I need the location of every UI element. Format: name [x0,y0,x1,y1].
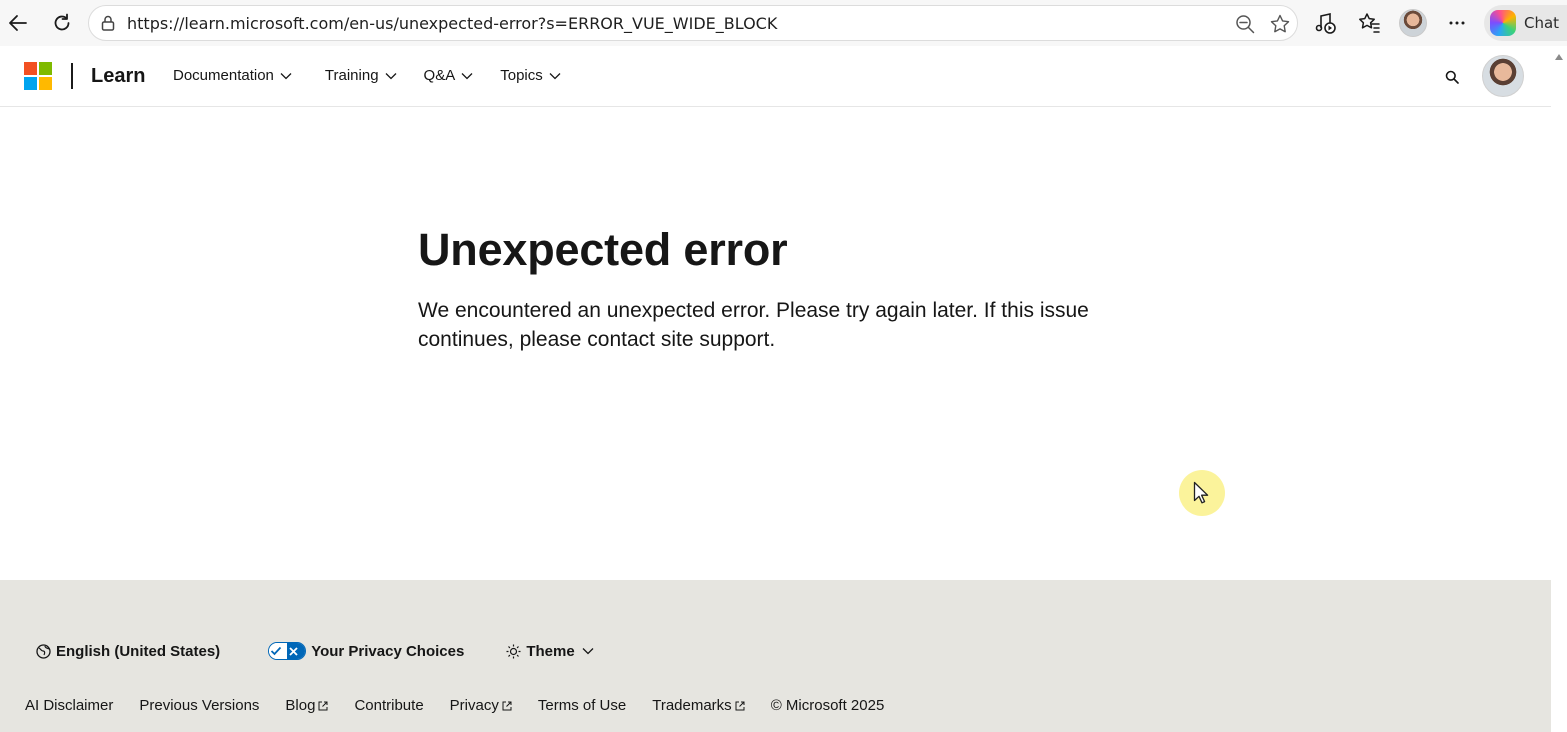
copyright-text: © Microsoft 2025 [770,697,885,714]
chevron-down-icon [385,72,397,79]
copyright: © Microsoft 2025 [771,697,885,714]
nav-label: Documentation [173,67,274,84]
scroll-up-arrow-icon[interactable] [1555,54,1563,60]
language-selector[interactable]: English (United States) [36,643,220,660]
profile-avatar[interactable] [1397,7,1429,39]
address-bar[interactable]: https://learn.microsoft.com/en-us/unexpe… [88,5,1298,41]
footer-link-trademarks[interactable]: Trademarks [652,697,745,714]
browser-toolbar: https://learn.microsoft.com/en-us/unexpe… [0,0,1567,46]
chevron-down-icon [461,72,473,79]
external-link-icon [502,701,512,710]
nav-label: Topics [500,67,543,84]
link-label: Trademarks [652,697,732,714]
nav-qa[interactable]: Q&A [424,67,474,84]
copilot-icon [1490,10,1516,36]
url-text[interactable]: https://learn.microsoft.com/en-us/unexpe… [127,14,777,33]
media-icon[interactable] [1309,7,1341,39]
footer-link-contribute[interactable]: Contribute [354,697,423,714]
nav-label: Training [324,67,379,84]
link-label: AI Disclaimer [25,697,114,714]
link-label: Previous Versions [139,697,260,714]
globe-icon [36,643,51,659]
chevron-down-icon [582,648,594,655]
favorite-star-icon[interactable] [1268,12,1292,36]
nav-training[interactable]: Training [325,67,397,84]
external-link-icon [735,701,745,710]
site-footer: English (United States) Your Privacy Cho… [0,580,1551,732]
chevron-down-icon [280,72,292,79]
privacy-choices-link[interactable]: Your Privacy Choices [268,642,464,660]
footer-links: AI Disclaimer Previous Versions Blog Con… [25,697,910,714]
chat-label: Chat [1524,14,1560,32]
nav-topics[interactable]: Topics [500,67,561,84]
back-icon[interactable] [2,7,34,39]
footer-link-terms-of-use[interactable]: Terms of Use [538,697,626,714]
brand-link[interactable]: Learn [91,65,145,88]
privacy-toggle-icon [268,642,307,660]
logo-blue-square [24,77,37,90]
mouse-cursor-icon [1193,481,1209,504]
language-label: English (United States) [56,642,221,660]
logo-yellow-square [39,77,52,90]
refresh-icon[interactable] [46,7,78,39]
theme-label: Theme [526,642,575,660]
link-label: Terms of Use [537,697,627,714]
footer-preferences: English (United States) Your Privacy Cho… [36,642,599,660]
nav-label: Q&A [423,67,456,84]
external-link-icon [318,701,328,710]
logo-divider [71,63,73,89]
zoom-out-icon[interactable] [1233,12,1257,36]
search-icon[interactable] [1440,65,1464,89]
chevron-down-icon [549,72,561,79]
lock-icon[interactable] [99,14,117,36]
user-avatar[interactable] [1482,55,1524,97]
page-scrollbar[interactable] [1551,46,1567,732]
site-header: Learn Documentation Training Q&A Topics [0,46,1551,107]
error-message: We encountered an unexpected error. Plea… [418,299,1089,351]
link-label: Contribute [354,697,424,714]
favorites-icon[interactable] [1353,7,1385,39]
link-label: Blog [285,697,316,714]
copilot-chat-button[interactable]: Chat [1484,5,1567,41]
nav-documentation[interactable]: Documentation [173,67,292,84]
privacy-label: Your Privacy Choices [311,642,465,660]
sun-icon [506,644,521,658]
footer-link-previous-versions[interactable]: Previous Versions [139,697,259,714]
theme-selector[interactable]: Theme [506,643,598,660]
footer-link-blog[interactable]: Blog [285,697,328,714]
microsoft-logo[interactable] [24,62,53,91]
logo-green-square [39,62,52,75]
avatar [1399,9,1427,37]
more-icon[interactable] [1441,7,1473,39]
link-label: Privacy [449,697,499,714]
page-title: Unexpected error [418,224,788,275]
footer-link-privacy[interactable]: Privacy [450,697,512,714]
logo-red-square [24,62,37,75]
footer-link-ai-disclaimer[interactable]: AI Disclaimer [25,697,113,714]
main-nav: Documentation Training Q&A Topics [173,67,587,84]
